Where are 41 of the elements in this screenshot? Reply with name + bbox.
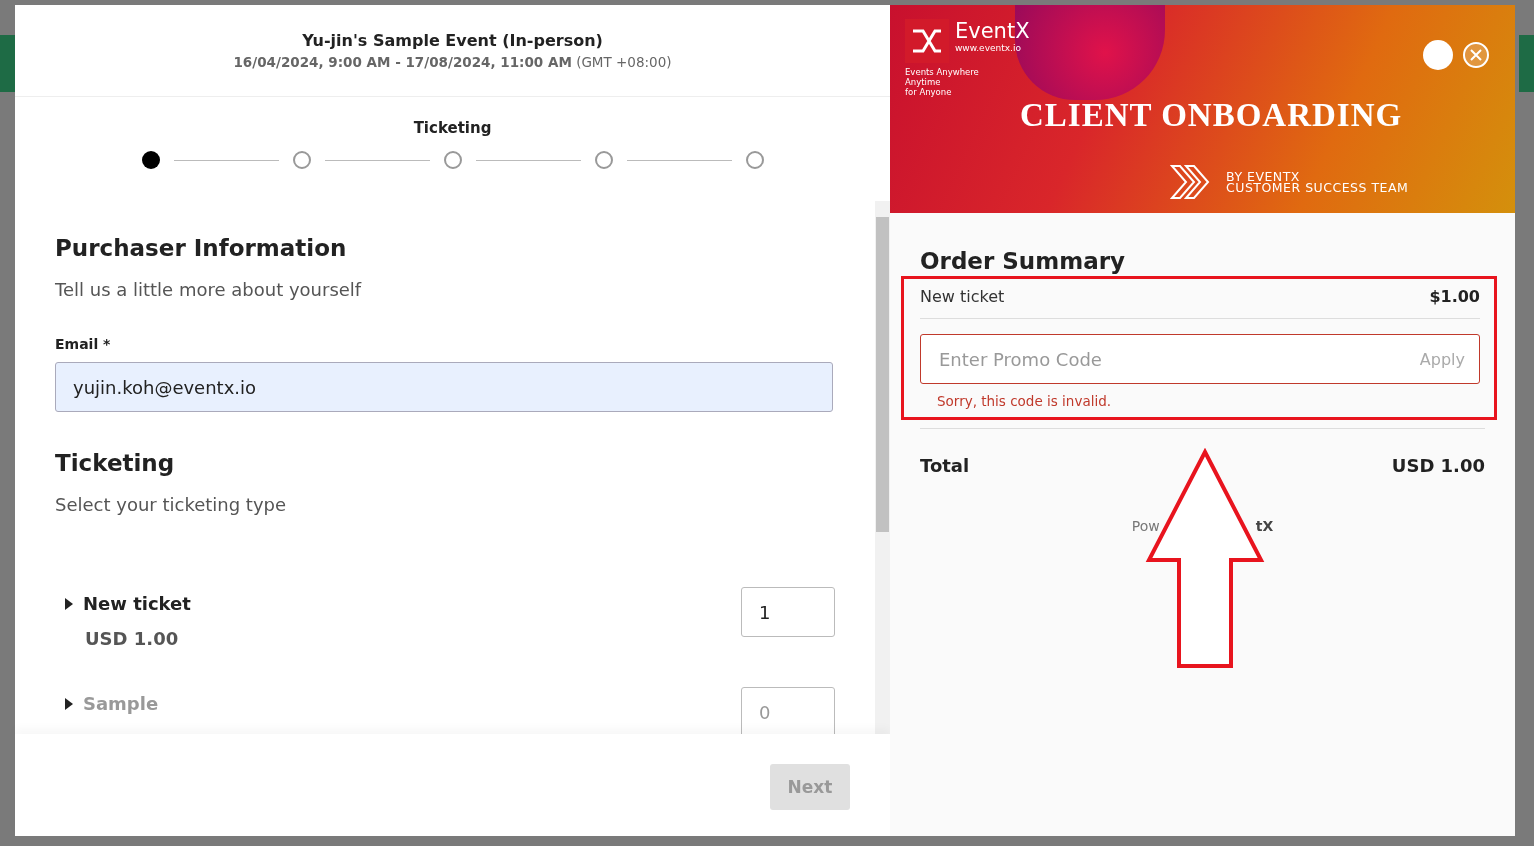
total-value: USD 1.00 bbox=[1391, 455, 1485, 476]
event-dates: 16/04/2024, 9:00 AM - 17/08/2024, 11:00 AM (GMT +08:00) bbox=[233, 54, 672, 70]
background-bar bbox=[0, 35, 15, 92]
byline-text: BY EVENTX bbox=[1226, 171, 1301, 182]
circle-icon bbox=[1423, 40, 1453, 70]
powered-by-text: Pow bbox=[1131, 518, 1160, 534]
promo-code-field[interactable]: Enter Promo Code Apply bbox=[920, 334, 1480, 384]
email-field[interactable]: yujin.koh@eventx.io bbox=[55, 362, 833, 412]
background-bar bbox=[1519, 35, 1534, 92]
apply-button[interactable]: Apply bbox=[1419, 349, 1465, 369]
section-subheading: Select your ticketing type bbox=[55, 494, 288, 515]
caret-icon[interactable] bbox=[65, 597, 73, 610]
logo-icon bbox=[905, 19, 949, 63]
tagline-text: for Anyone bbox=[905, 87, 953, 97]
tagline-text: Events Anywhere bbox=[905, 67, 980, 77]
event-title: Yu-jin's Sample Event (In-person) bbox=[302, 31, 603, 50]
caret-icon[interactable] bbox=[65, 697, 73, 710]
ticket-name: Sample bbox=[83, 693, 159, 714]
section-subheading: Tell us a little more about yourself bbox=[55, 279, 363, 300]
brand-name: EventX bbox=[955, 19, 1030, 43]
close-button[interactable] bbox=[1463, 42, 1489, 68]
brand-url: www.eventx.io bbox=[955, 43, 1022, 53]
item-price: $1.00 bbox=[1429, 287, 1480, 306]
section-heading: Purchaser Information bbox=[55, 235, 348, 261]
quantity-field[interactable]: 1 bbox=[741, 587, 835, 637]
tagline-text: Anytime bbox=[905, 77, 942, 87]
chevrons-icon bbox=[1170, 163, 1212, 201]
powered-by-text: tX bbox=[1255, 518, 1274, 534]
section-heading: Ticketing bbox=[55, 450, 176, 476]
step-label: Ticketing bbox=[413, 119, 492, 137]
ticket-price: USD 1.00 bbox=[84, 628, 180, 649]
error-message: Sorry, this code is invalid. bbox=[937, 393, 1113, 409]
total-label: Total bbox=[920, 455, 970, 476]
summary-heading: Order Summary bbox=[920, 248, 1127, 274]
ticket-name: New ticket bbox=[83, 593, 191, 614]
email-label: Email * bbox=[55, 336, 112, 352]
scrollbar[interactable] bbox=[875, 201, 890, 734]
close-icon bbox=[1469, 48, 1483, 62]
item-name: New ticket bbox=[920, 287, 1005, 306]
byline-text: CUSTOMER SUCCESS TEAM bbox=[1226, 182, 1409, 193]
banner-title: CLIENT ONBOARDING bbox=[1020, 97, 1403, 134]
